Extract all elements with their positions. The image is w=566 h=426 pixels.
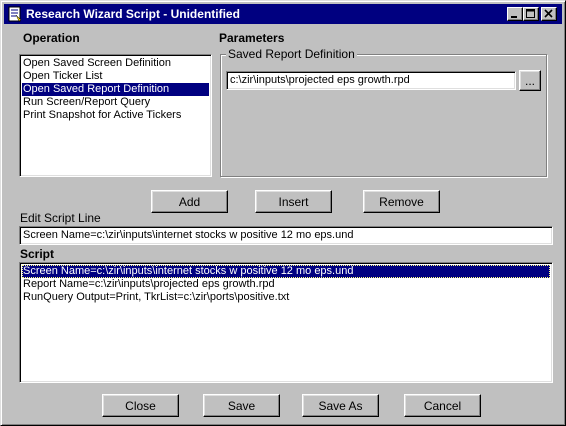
script-window: Research Wizard Script - Unidentified Op…: [0, 0, 566, 426]
edit-script-line-input[interactable]: Screen Name=c:\zir\inputs\internet stock…: [19, 226, 553, 245]
path-value: c:\zir\inputs\projected eps growth.rpd: [230, 74, 410, 86]
close-icon: [544, 9, 553, 18]
browse-button[interactable]: ...: [519, 70, 541, 91]
operation-item[interactable]: Print Snapshot for Active Tickers: [22, 109, 181, 122]
script-line-selected[interactable]: Screen Name=c:\zir\inputs\internet stock…: [22, 265, 550, 278]
window-title: Research Wizard Script - Unidentified: [26, 7, 240, 21]
operation-label: Operation: [23, 31, 80, 45]
operation-list[interactable]: Open Saved Screen Definition Open Ticker…: [19, 54, 212, 177]
edit-script-line-value: Screen Name=c:\zir\inputs\internet stock…: [23, 229, 354, 241]
operation-item[interactable]: Run Screen/Report Query: [22, 96, 150, 109]
saved-report-definition-legend: Saved Report Definition: [226, 47, 357, 61]
close-dialog-button[interactable]: Close: [102, 394, 179, 417]
maximize-icon: [526, 9, 535, 18]
parameters-label: Parameters: [219, 31, 285, 45]
close-button[interactable]: [541, 7, 557, 21]
add-button[interactable]: Add: [151, 190, 228, 213]
minimize-button[interactable]: [507, 7, 523, 21]
app-icon: [7, 6, 23, 22]
cancel-button[interactable]: Cancel: [404, 394, 481, 417]
script-line[interactable]: RunQuery Output=Print, TkrList=c:\zir\po…: [22, 291, 289, 304]
operation-item[interactable]: Open Saved Screen Definition: [22, 57, 171, 70]
script-label: Script: [20, 247, 55, 261]
edit-script-line-label: Edit Script Line: [20, 211, 101, 225]
script-line[interactable]: Report Name=c:\zir\inputs\projected eps …: [22, 278, 275, 291]
operation-item[interactable]: Open Ticker List: [22, 70, 102, 83]
save-as-button[interactable]: Save As: [302, 394, 379, 417]
save-button[interactable]: Save: [203, 394, 280, 417]
operation-item-selected[interactable]: Open Saved Report Definition: [22, 83, 209, 96]
minimize-icon: [511, 16, 517, 18]
script-list[interactable]: Screen Name=c:\zir\inputs\internet stock…: [19, 262, 553, 383]
path-field[interactable]: c:\zir\inputs\projected eps growth.rpd: [226, 71, 516, 90]
insert-button[interactable]: Insert: [255, 190, 332, 213]
maximize-button[interactable]: [523, 7, 539, 21]
title-bar[interactable]: Research Wizard Script - Unidentified: [4, 4, 562, 24]
remove-button[interactable]: Remove: [363, 190, 440, 213]
